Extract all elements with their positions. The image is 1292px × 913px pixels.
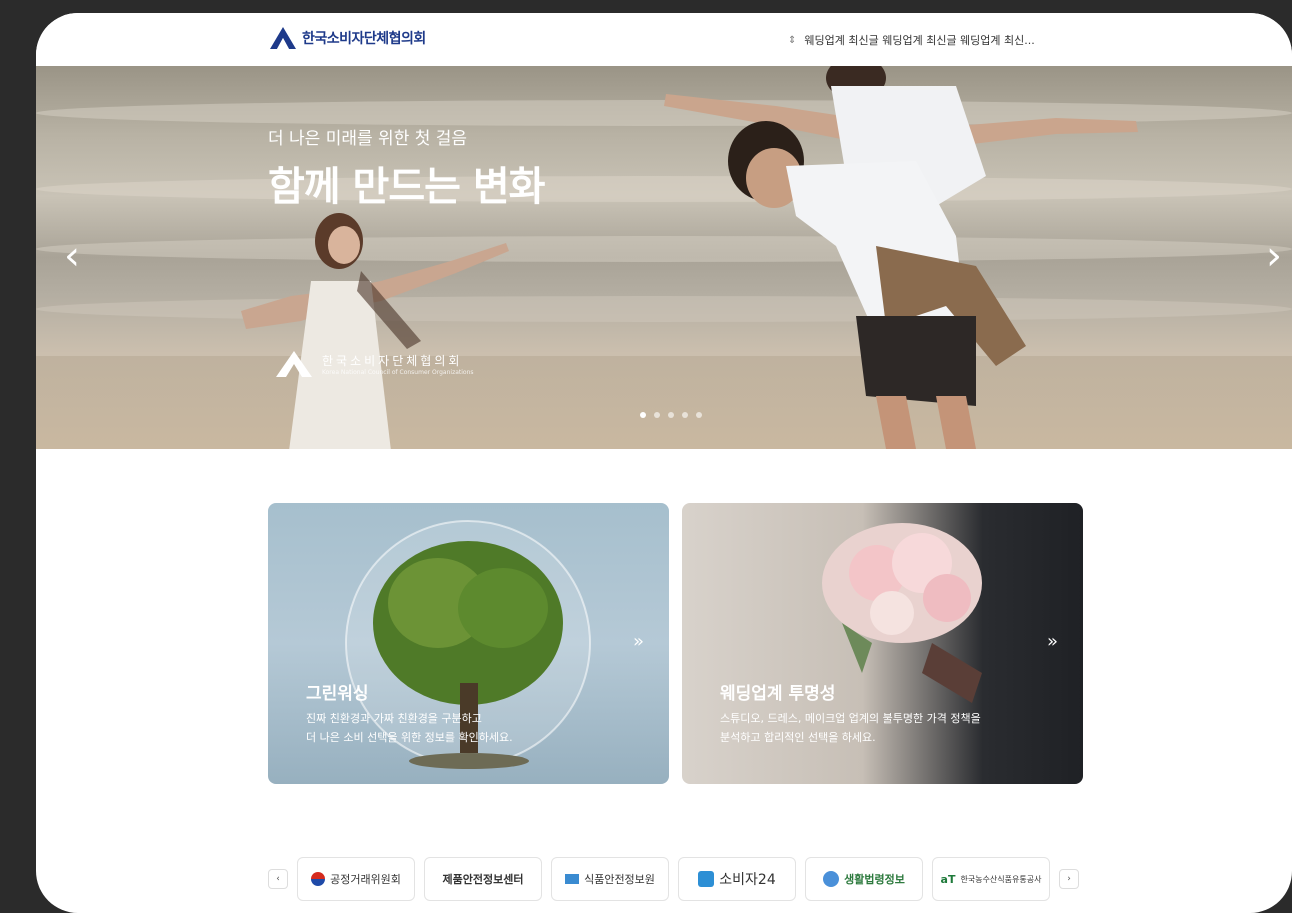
ticker-updown-icon[interactable]: ⇕ bbox=[788, 35, 796, 46]
hero-father-child-image bbox=[664, 66, 1138, 449]
logo-text: 한국소비자단체협의회 bbox=[302, 31, 426, 47]
hero-logo-en: Korea National Council of Consumer Organ… bbox=[322, 369, 474, 376]
food-safety-icon bbox=[565, 874, 580, 884]
site-header: 한국소비자단체협의회 ⇕ 웨딩업계 최신글 웨딩업계 최신글 웨딩업계 최신..… bbox=[36, 13, 1292, 66]
partner-logo-consumer24[interactable]: 소비자24 bbox=[678, 857, 796, 901]
hero-watermark-logo: 한국소비자단체협의회 Korea National Council of Con… bbox=[274, 349, 474, 379]
carousel-dot[interactable] bbox=[640, 412, 646, 418]
hero-subtitle: 더 나은 미래를 위한 첫 걸음 bbox=[268, 129, 468, 149]
hero-prev-arrow[interactable]: ‹ bbox=[64, 236, 80, 276]
partner-label: 식품안전정보원 bbox=[584, 873, 655, 886]
carousel-dots bbox=[640, 412, 702, 418]
card-description: 진짜 친환경과 가짜 친환경을 구분하고 더 나은 소비 선택을 위한 정보를 … bbox=[306, 709, 606, 747]
news-ticker[interactable]: ⇕ 웨딩업계 최신글 웨딩업계 최신글 웨딩업계 최신... bbox=[788, 32, 1035, 48]
carousel-dot[interactable] bbox=[654, 412, 660, 418]
hero-next-arrow[interactable]: › bbox=[1266, 236, 1282, 276]
card-wedding-transparency[interactable]: » 웨딩업계 투명성 스튜디오, 드레스, 메이크업 업계의 불투명한 가격 정… bbox=[682, 503, 1083, 784]
partner-logo-strip: ‹ 공정거래위원회 제품안전정보센터 식품안전정보원 소비자24 생활법령정보 … bbox=[268, 857, 1079, 901]
card-chevron-icon[interactable]: » bbox=[1047, 631, 1058, 652]
carousel-dot[interactable] bbox=[696, 412, 702, 418]
logo-icon bbox=[270, 27, 296, 49]
partner-logo-food-safety[interactable]: 식품안전정보원 bbox=[551, 857, 669, 901]
consumer24-icon bbox=[698, 871, 715, 887]
site-logo[interactable]: 한국소비자단체협의회 bbox=[268, 25, 426, 51]
partner-logo-kats[interactable]: 제품안전정보센터 bbox=[424, 857, 542, 901]
hero-carousel: 더 나은 미래를 위한 첫 걸음 함께 만드는 변화 ‹ › 한국소비자단체협의… bbox=[36, 66, 1292, 449]
partners-next-button[interactable]: › bbox=[1059, 869, 1079, 889]
partner-logo-at[interactable]: aT 한국농수산식품유통공사 bbox=[932, 857, 1050, 901]
hero-logo-name: 한국소비자단체협의회 bbox=[322, 354, 463, 368]
law-info-icon bbox=[823, 871, 840, 887]
partner-logo-ftc[interactable]: 공정거래위원회 bbox=[297, 857, 415, 901]
watermark-logo-icon bbox=[276, 351, 312, 377]
card-desc-line: 더 나은 소비 선택을 위한 정보를 확인하세요. bbox=[306, 731, 513, 744]
hero-title: 함께 만드는 변화 bbox=[268, 164, 545, 210]
card-desc-line: 스튜디오, 드레스, 메이크업 업계의 불투명한 가격 정책을 bbox=[720, 712, 981, 725]
partner-label: 공정거래위원회 bbox=[330, 873, 401, 886]
taeguk-icon bbox=[311, 872, 326, 886]
partner-label: 생활법령정보 bbox=[844, 873, 905, 886]
partner-label: 제품안전정보센터 bbox=[442, 873, 524, 886]
page-frame: 한국소비자단체협의회 ⇕ 웨딩업계 최신글 웨딩업계 최신글 웨딩업계 최신..… bbox=[36, 13, 1292, 913]
partner-logo-law-info[interactable]: 생활법령정보 bbox=[805, 857, 923, 901]
partners-prev-button[interactable]: ‹ bbox=[268, 869, 288, 889]
partner-label: 한국농수산식품유통공사 bbox=[960, 874, 1042, 884]
partner-label: 소비자24 bbox=[719, 872, 776, 888]
card-desc-line: 분석하고 합리적인 선택을 하세요. bbox=[720, 731, 876, 744]
hero-girl-image bbox=[241, 213, 509, 449]
card-description: 스튜디오, 드레스, 메이크업 업계의 불투명한 가격 정책을 분석하고 합리적… bbox=[720, 709, 1020, 747]
card-chevron-icon[interactable]: » bbox=[633, 631, 644, 652]
card-greenwashing[interactable]: » 그린워싱 진짜 친환경과 가짜 친환경을 구분하고 더 나은 소비 선택을 … bbox=[268, 503, 669, 784]
card-title: 그린워싱 bbox=[306, 684, 369, 704]
at-icon: aT bbox=[940, 872, 956, 886]
card-title: 웨딩업계 투명성 bbox=[720, 684, 836, 704]
carousel-dot[interactable] bbox=[682, 412, 688, 418]
ticker-text[interactable]: 웨딩업계 최신글 웨딩업계 최신글 웨딩업계 최신... bbox=[804, 32, 1034, 48]
carousel-dot[interactable] bbox=[668, 412, 674, 418]
card-desc-line: 진짜 친환경과 가짜 친환경을 구분하고 bbox=[306, 712, 482, 725]
